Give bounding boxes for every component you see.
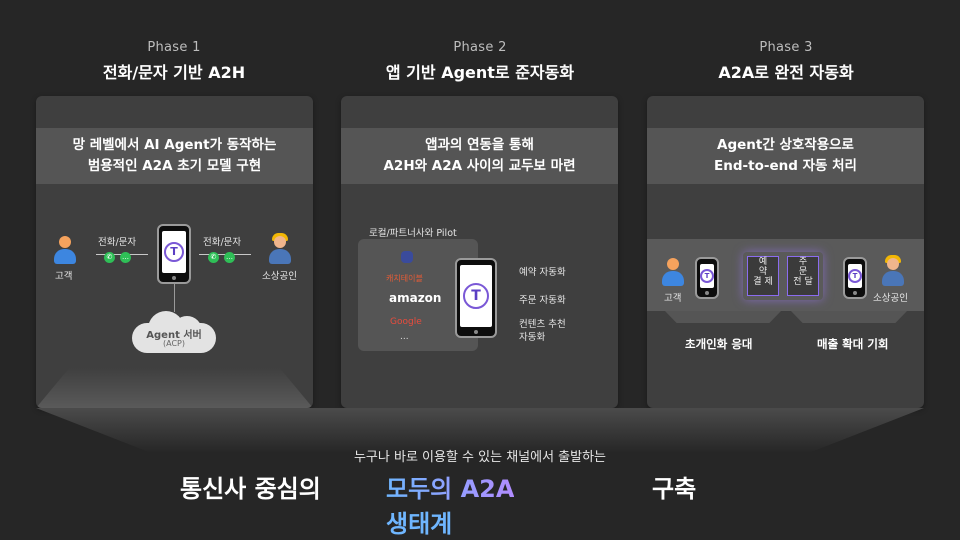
phase-3-panel: Agent간 상호작용으로 End-to-end 자동 처리 고객 T 예 약 … [647, 96, 924, 408]
merchant-label-3: 소상공인 [873, 293, 908, 304]
partner-amazon: amazon [389, 291, 442, 305]
customer-label-3: 고객 [664, 293, 682, 304]
app-phone: T [455, 258, 497, 338]
cloud-server: Agent 서버 (ACP) [126, 309, 222, 355]
footer-part-4: 구축 [652, 475, 697, 503]
merchant-icon [268, 233, 292, 266]
order-box: 주 문 전 달 [787, 256, 819, 296]
customer-label: 고객 [55, 271, 73, 282]
phase-1-subtitle-line-2: 범용적인 A2A 초기 모델 구현 [87, 158, 262, 174]
phase-3-subtitle-line-1: Agent간 상호작용으로 [717, 137, 854, 153]
footer-part-3: 생태계 [386, 510, 453, 538]
reservation-box: 예 약 결 제 [747, 256, 779, 296]
feature-recommendation: 컨텐츠 추천 자동화 [519, 319, 566, 343]
phase-1-label: Phase 1 [147, 40, 201, 55]
phase-1-subtitle-line-1: 망 레벨에서 AI Agent가 동작하는 [72, 137, 277, 153]
feature-order: 주문 자동화 [519, 295, 566, 306]
server-subtitle: (ACP) [163, 339, 185, 348]
phase-3-title: A2A로 완전 자동화 [718, 63, 854, 82]
order-char-1: 주 [798, 257, 808, 267]
partner-google: Google [390, 317, 422, 327]
footer-part-1: 통신사 중심의 [180, 475, 321, 503]
merchant-icon-3 [881, 255, 905, 288]
phase-2-panel: 앱과의 연동을 통해 A2H와 A2A 사이의 교두보 마련 로컬/파트너사와 … [341, 96, 618, 408]
app-logo-icon: T [463, 283, 489, 309]
footer-lead: 누구나 바로 이용할 수 있는 채널에서 출발하는 [353, 450, 607, 465]
comm-right-label: 전화/문자 [203, 237, 242, 248]
phase-2-subtitle: 앱과의 연동을 통해 A2H와 A2A 사이의 교두보 마련 [341, 128, 618, 184]
partner-circle-icon [401, 251, 413, 263]
phone-icon: ✆ [104, 252, 115, 263]
phone-server-connector [174, 284, 175, 312]
customer-phone: T [695, 257, 719, 299]
benefit-right-bracket [791, 311, 907, 323]
order-char-4: 달 [804, 277, 813, 287]
phase-1-subtitle: 망 레벨에서 AI Agent가 동작하는 범용적인 A2A 초기 모델 구현 [36, 128, 313, 184]
phase-1-title: 전화/문자 기반 A2H [102, 63, 246, 82]
partner-catchtable: 캐치테이블 [386, 274, 423, 283]
footer-part-2: 모두의 A2A [386, 469, 514, 504]
comm-left-label: 전화/문자 [98, 237, 137, 248]
phase-2-header: Phase 2 앱 기반 Agent로 준자동화 [340, 40, 620, 83]
phase-3-subtitle: Agent간 상호작용으로 End-to-end 자동 처리 [647, 128, 924, 184]
chat-icon-2: … [224, 252, 235, 263]
phase-1-panel: 망 레벨에서 AI Agent가 동작하는 범용적인 A2A 초기 모델 구현 … [36, 96, 313, 408]
agent-logo-icon: T [164, 242, 184, 262]
ground-plane [36, 368, 313, 408]
chat-icon: … [120, 252, 131, 263]
phase-2-subtitle-line-2: A2H와 A2A 사이의 교두보 마련 [383, 158, 576, 174]
reservation-char-1: 예 [758, 257, 768, 267]
merchant-agent-logo-icon: T [848, 269, 862, 283]
benefit-personalization: 초개인화 응대 [685, 337, 753, 351]
benefit-revenue: 매출 확대 기회 [817, 337, 889, 351]
order-char-2: 문 [798, 267, 808, 277]
order-char-3: 전 [793, 277, 802, 287]
reservation-char-2: 약 [758, 267, 768, 277]
reservation-char-4: 제 [764, 277, 773, 287]
agent-phone: T [157, 224, 191, 284]
phase-2-subtitle-line-1: 앱과의 연동을 통해 [425, 137, 534, 153]
merchant-phone: T [843, 257, 867, 299]
benefit-left-bracket [665, 311, 781, 323]
phase-2-title: 앱 기반 Agent로 준자동화 [385, 63, 575, 82]
phase-3-label: Phase 3 [759, 40, 813, 55]
partners-label: 로컬/파트너사와 Pilot [369, 228, 457, 239]
customer-icon [53, 236, 77, 266]
feature-reservation: 예약 자동화 [519, 267, 566, 278]
merchant-label: 소상공인 [262, 271, 297, 282]
agent-exchange: 예 약 결 제 주 문 전 달 [743, 252, 823, 300]
customer-agent-logo-icon: T [700, 269, 714, 283]
partner-more: ... [400, 332, 409, 342]
phase-3-subtitle-line-2: End-to-end 자동 처리 [714, 158, 857, 174]
phase-3-header: Phase 3 A2A로 완전 자동화 [646, 40, 926, 83]
phase-1-header: Phase 1 전화/문자 기반 A2H [34, 40, 314, 83]
phase-2-label: Phase 2 [453, 40, 507, 55]
customer-icon-3 [661, 258, 685, 288]
reservation-char-3: 결 [753, 277, 762, 287]
phone-icon-2: ✆ [208, 252, 219, 263]
